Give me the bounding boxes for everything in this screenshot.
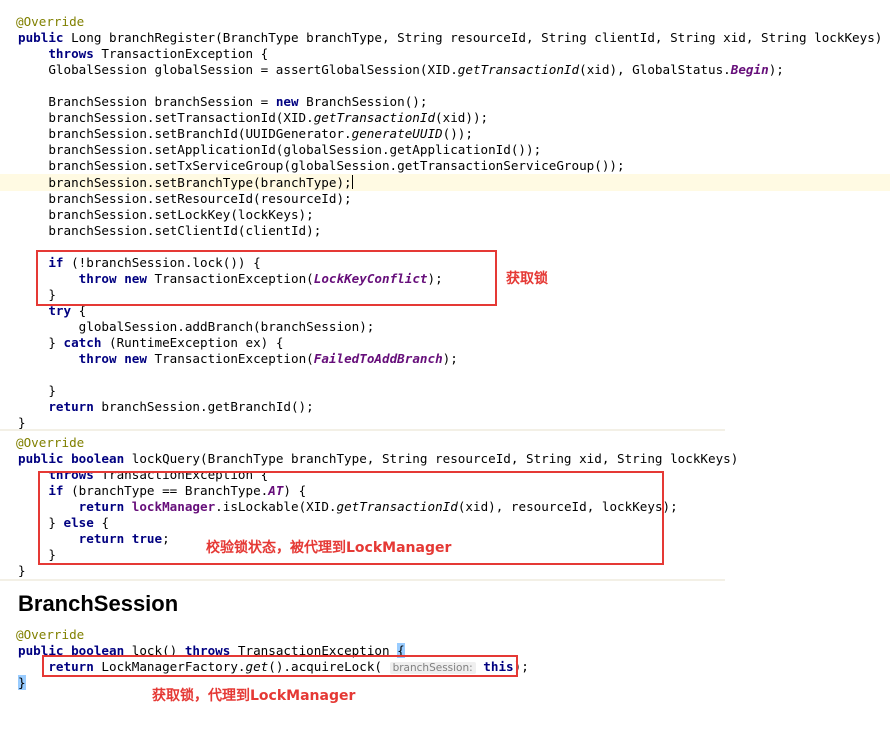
- code-line-set-application-id: branchSession.setApplicationId(globalSes…: [48, 142, 542, 157]
- section-heading: BranchSession: [18, 591, 179, 616]
- code-editor[interactable]: @Override public Long branchRegister(Bra…: [0, 0, 882, 729]
- code-line-return-branch-id: return branchSession.getBranchId();: [48, 399, 314, 414]
- section-divider: [0, 579, 725, 581]
- code-line-set-lock-key: branchSession.setLockKey(lockKeys);: [48, 207, 314, 222]
- highlight-box-lock-check: [36, 250, 497, 306]
- code-line-set-client-id: branchSession.setClientId(clientId);: [48, 223, 322, 238]
- code-line-throw-failed: throw new TransactionException(FailedToA…: [78, 351, 458, 366]
- highlight-box-acquire-lock: [42, 655, 518, 677]
- code-line-set-resource-id: branchSession.setResourceId(resourceId);: [48, 191, 352, 206]
- code-line-close-catch: }: [48, 383, 56, 398]
- override-annotation: @Override: [16, 14, 85, 29]
- code-line-global-session: GlobalSession globalSession = assertGlob…: [48, 62, 784, 77]
- code-line-set-transaction-id: branchSession.setTransactionId(XID.getTr…: [48, 110, 489, 125]
- code-line-set-tx-service-group: branchSession.setTxServiceGroup(globalSe…: [48, 158, 625, 173]
- method-signature-branch-register: public Long branchRegister(BranchType br…: [18, 30, 883, 45]
- code-line-add-branch: globalSession.addBranch(branchSession);: [78, 319, 375, 334]
- annotation-note-proxy-lock: 获取锁，代理到LockManager: [152, 688, 356, 704]
- code-line-set-branch-id: branchSession.setBranchId(UUIDGenerator.…: [48, 126, 473, 141]
- text-caret: [351, 175, 353, 189]
- code-line-set-branch-type: branchSession.setBranchType(branchType);: [48, 175, 353, 190]
- method-signature-lock-query: public boolean lockQuery(BranchType bran…: [18, 451, 739, 466]
- override-annotation: @Override: [16, 627, 85, 642]
- code-line-catch: } catch (RuntimeException ex) {: [48, 335, 284, 350]
- code-line-close-method: }: [18, 675, 26, 690]
- section-divider: [0, 429, 725, 431]
- code-line-new-branch-session: BranchSession branchSession = new Branch…: [48, 94, 428, 109]
- code-line-close-method: }: [18, 563, 26, 578]
- override-annotation: @Override: [16, 435, 85, 450]
- annotation-note-lock-query: 校验锁状态，被代理到LockManager: [206, 540, 452, 556]
- annotation-note-acquire-lock: 获取锁: [506, 271, 548, 287]
- throws-clause: throws TransactionException {: [48, 46, 269, 61]
